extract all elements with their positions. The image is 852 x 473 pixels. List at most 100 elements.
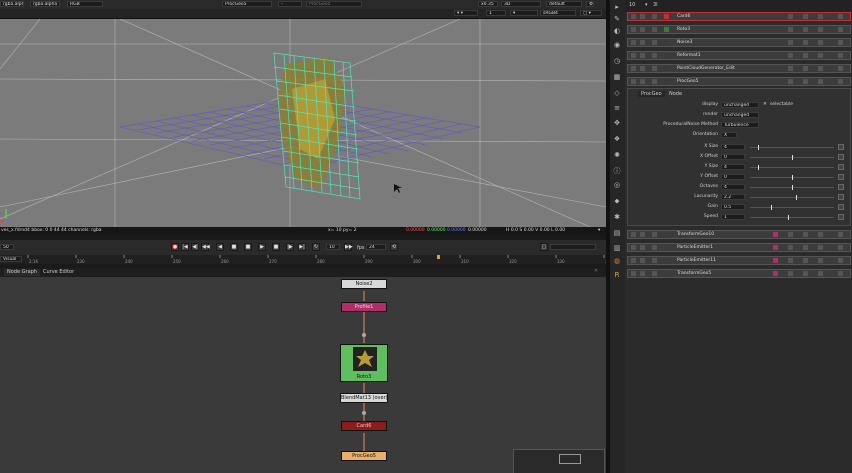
speed-field[interactable]: 1 [721,214,745,220]
xsize-field[interactable]: 4 [721,144,745,150]
zoom-select[interactable]: x0.35 [478,1,498,7]
node-roto[interactable]: Roto3 [340,344,388,382]
lut-select[interactable]: RGB [67,1,103,7]
settings-icon[interactable] [803,232,808,237]
pin-icon[interactable] [818,245,823,250]
play-button[interactable]: ▶ [258,243,266,251]
pin-icon[interactable] [818,271,823,276]
input-a-select[interactable]: ProcGeo5 [222,1,272,7]
timeline-ruler[interactable]: Visual 2:16 230 240 250 260 270 280 290 300 310 32… [0,255,606,264]
status-arrow-icon[interactable]: ▾ [598,227,600,235]
visibility-icon[interactable] [640,271,645,276]
pin-icon[interactable] [818,258,823,263]
settings-icon[interactable] [803,245,808,250]
visibility-icon[interactable] [640,79,645,84]
settings-icon[interactable] [803,79,808,84]
lock-icon[interactable] [652,271,657,276]
pin-icon[interactable] [818,53,823,58]
layers-icon[interactable]: ≡ [612,103,622,113]
lock-icon[interactable] [652,232,657,237]
bounce-button[interactable]: ⟲ [390,243,398,251]
close-icon[interactable] [838,79,843,84]
octaves-field[interactable]: 4 [721,184,745,190]
info-icon[interactable]: ⓘ [612,166,622,176]
tool-row-bottom-1[interactable]: ParticleEmitter1 [627,243,851,252]
display-select[interactable]: unchanged [721,102,759,108]
panel-control-icon[interactable]: ▾ [645,2,648,8]
visibility-icon[interactable] [640,27,645,32]
mask-icon[interactable] [788,14,793,19]
pin-icon[interactable] [818,40,823,45]
selectable-checkbox[interactable]: ✕ [763,101,767,109]
mask-icon[interactable] [788,40,793,45]
orientation-select[interactable]: X [721,132,737,138]
tool-row-1[interactable]: Roto3 [627,25,851,34]
pin-icon[interactable] [818,14,823,19]
mask-icon[interactable] [788,53,793,58]
loop-button[interactable]: ↻ [312,243,320,251]
settings-icon[interactable] [803,27,808,32]
pin-icon[interactable] [818,79,823,84]
tab-node[interactable]: Node [666,91,685,97]
fps-field[interactable]: 24 [366,244,386,250]
mask-icon[interactable] [788,271,793,276]
ysize-anim-button[interactable] [838,164,844,170]
yoffset-field[interactable]: 0 [721,174,745,180]
octaves-slider-knob[interactable] [792,185,793,190]
yoffset-slider-knob[interactable] [792,175,793,180]
time-icon[interactable]: ◷ [612,56,622,66]
pin-icon[interactable] [818,232,823,237]
prev-frame-button[interactable]: ◀◀ [201,243,210,251]
eye-icon[interactable]: ◎ [612,180,622,190]
lock-icon[interactable] [652,258,657,263]
close-icon[interactable] [838,258,843,263]
lock-icon[interactable] [652,245,657,250]
settings-icon[interactable] [803,66,808,71]
end-frame-field[interactable] [550,244,596,250]
close-icon[interactable]: ✕ [594,268,598,274]
close-icon[interactable] [838,14,843,19]
playhead[interactable] [437,255,440,259]
mask-icon[interactable] [788,258,793,263]
node-graph[interactable]: Noise2 Profile1 Roto3 BlendMat13 (over) … [0,277,606,473]
xoffset-field[interactable]: 0 [721,154,745,160]
close-icon[interactable] [838,232,843,237]
3d-viewport[interactable] [0,19,606,227]
gamma-field[interactable]: 1 [486,10,506,16]
lock-icon[interactable] [652,27,657,32]
tool-row-0[interactable]: Card6 [627,12,851,21]
channel-select-2[interactable]: rgba.alpha [30,1,60,7]
settings-icon[interactable] [803,14,808,19]
tool-row-5[interactable]: ProcGeo5 [627,77,851,86]
expand-icon[interactable] [631,66,636,71]
yoffset-anim-button[interactable] [838,174,844,180]
viewer-options[interactable]: ▢ ▾ [580,10,602,16]
mask-icon[interactable] [788,245,793,250]
stop-back-button[interactable]: ■ [230,243,238,251]
graph-navigator[interactable] [513,449,605,473]
lacunarity-anim-button[interactable] [838,194,844,200]
xoffset-anim-button[interactable] [838,154,844,160]
speed-slider-knob[interactable] [787,215,789,220]
visibility-icon[interactable] [640,14,645,19]
settings-icon[interactable] [803,271,808,276]
expand-icon[interactable] [631,258,636,263]
close-icon[interactable] [838,53,843,58]
render-select[interactable]: unchanged [721,112,759,118]
lock-icon[interactable] [652,40,657,45]
view-mode-select[interactable]: 3D [501,1,541,7]
visibility-icon[interactable] [640,53,645,58]
mask-icon[interactable] [788,79,793,84]
mask-icon[interactable] [788,232,793,237]
proxy-field[interactable]: ▾ [510,10,538,16]
close-icon[interactable] [838,40,843,45]
stop-button[interactable]: ■ [244,243,252,251]
settings-icon[interactable] [803,53,808,58]
visibility-icon[interactable] [640,232,645,237]
navigator-viewport[interactable] [559,454,581,464]
tag-icon[interactable]: ⬥ [612,196,622,206]
ysize-slider-knob[interactable] [758,165,760,170]
tool-row-4[interactable]: PointCloudGenerator_Edit [627,64,851,73]
nuke-icon[interactable]: ◍ [612,256,622,266]
timeline-mode[interactable]: Visual [0,256,22,262]
